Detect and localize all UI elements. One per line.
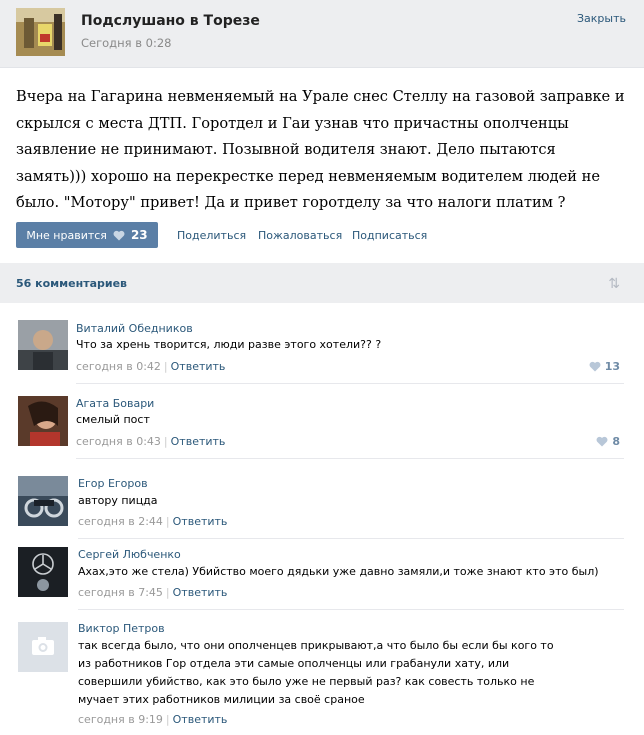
comment-time[interactable]: сегодня в 2:44 <box>78 515 163 528</box>
comment-meta: сегодня в 7:45 | Ответить <box>78 586 228 599</box>
reply-link[interactable]: Ответить <box>171 435 226 448</box>
post-text: Вчера на Гагарина невменяемый на Урале с… <box>16 88 625 211</box>
group-avatar[interactable] <box>16 8 65 56</box>
divider <box>76 383 624 384</box>
close-link[interactable]: Закрыть <box>577 12 626 25</box>
reply-link[interactable]: Ответить <box>173 586 228 599</box>
comment-text: Ахах,это же стела) Убийство моего дядьки… <box>78 565 599 578</box>
like-label: Мне нравится <box>26 228 107 242</box>
comment-like-count: 13 <box>604 360 620 373</box>
comment-text: так всегда было, что они ополченцев прик… <box>78 639 554 706</box>
comment-text: автору пицда <box>78 494 158 507</box>
avatar[interactable] <box>18 622 68 672</box>
reply-link[interactable]: Ответить <box>171 360 226 373</box>
heart-icon <box>113 230 125 240</box>
comment-text: смелый пост <box>76 413 150 426</box>
post-time: Сегодня в 0:28 <box>81 36 172 50</box>
sort-icon[interactable]: ⇅ <box>608 276 620 292</box>
comment-meta: сегодня в 9:19 | Ответить <box>78 713 228 726</box>
comment-time[interactable]: сегодня в 0:43 <box>76 435 161 448</box>
comment-time[interactable]: сегодня в 9:19 <box>78 713 163 726</box>
avatar[interactable] <box>18 320 68 370</box>
camera-icon <box>18 622 68 672</box>
heart-icon <box>596 436 608 447</box>
like-button[interactable]: Мне нравится 23 <box>16 222 158 248</box>
report-link[interactable]: Пожаловаться <box>258 229 342 242</box>
comment-likes[interactable]: 13 <box>589 360 620 373</box>
comment-text: Что за хрень творится, люди разве этого … <box>76 338 382 351</box>
comment-author[interactable]: Сергей Любченко <box>78 548 181 561</box>
avatar[interactable] <box>18 396 68 446</box>
comment-meta: сегодня в 0:43 | Ответить <box>76 435 226 448</box>
comment-author[interactable]: Егор Егоров <box>78 477 148 490</box>
post-header: Подслушано в Торезе Сегодня в 0:28 Закры… <box>0 0 644 68</box>
comment-like-count: 8 <box>612 435 620 448</box>
comment-time[interactable]: сегодня в 7:45 <box>78 586 163 599</box>
comment-author[interactable]: Виталий Обедников <box>76 322 193 335</box>
comment-time[interactable]: сегодня в 0:42 <box>76 360 161 373</box>
reply-link[interactable]: Ответить <box>173 515 228 528</box>
like-count: 23 <box>130 228 148 242</box>
subscribe-link[interactable]: Подписаться <box>352 229 427 242</box>
reply-link[interactable]: Ответить <box>173 713 228 726</box>
divider <box>78 538 624 539</box>
avatar[interactable] <box>18 547 68 597</box>
divider <box>78 609 624 610</box>
comment-likes[interactable]: 8 <box>596 435 620 448</box>
comment-author[interactable]: Агата Бовари <box>76 397 154 410</box>
comment-meta: сегодня в 0:42 | Ответить <box>76 360 226 373</box>
share-link[interactable]: Поделиться <box>177 229 246 242</box>
comment-author[interactable]: Виктор Петров <box>78 622 165 635</box>
group-title[interactable]: Подслушано в Торезе <box>81 13 260 29</box>
heart-icon <box>589 361 601 372</box>
divider <box>76 458 624 459</box>
comment-meta: сегодня в 2:44 | Ответить <box>78 515 228 528</box>
comments-count[interactable]: 56 комментариев <box>16 277 127 290</box>
avatar[interactable] <box>18 476 68 526</box>
